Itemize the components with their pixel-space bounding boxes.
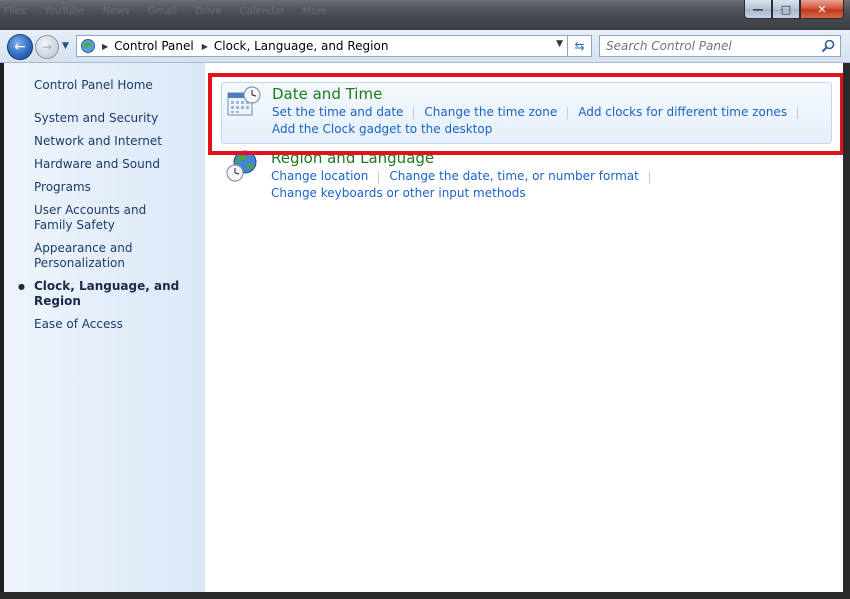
sidebar-categories: System and Security Network and Internet…	[18, 111, 202, 340]
address-toolbar: ← → ▼ ▶ Control Panel ▶ Clock, Language,…	[0, 30, 850, 63]
date-time-links: Set the time and date Change the time zon…	[272, 104, 808, 138]
search-icon[interactable]	[821, 39, 835, 53]
breadcrumb-separator-icon[interactable]: ▶	[202, 42, 208, 51]
link-row: Change keyboards or other input methods	[271, 185, 660, 202]
region-language-body: Region and Language Change location Chang…	[271, 149, 660, 202]
control-panel-icon	[81, 39, 95, 53]
breadcrumb-clock-language-region[interactable]: Clock, Language, and Region	[214, 39, 389, 53]
ghost-item: More	[302, 6, 328, 17]
globe-clock-icon	[226, 150, 257, 182]
date-time-title[interactable]: Date and Time	[272, 85, 808, 103]
change-location-link[interactable]: Change location	[271, 168, 368, 185]
forward-arrow-icon: →	[41, 40, 53, 54]
link-divider	[378, 170, 380, 183]
region-language-title[interactable]: Region and Language	[271, 149, 660, 167]
link-divider	[797, 106, 799, 119]
change-time-zone-link[interactable]: Change the time zone	[424, 104, 557, 121]
region-language-links: Change location Change the date, time, or…	[271, 168, 660, 202]
sidebar-item-appearance[interactable]: Appearance and Personalization	[34, 241, 144, 271]
change-keyboards-link[interactable]: Change keyboards or other input methods	[271, 185, 526, 202]
close-button[interactable]: ✕	[800, 0, 844, 19]
sidebar-item-hardware-sound[interactable]: Hardware and Sound	[34, 157, 202, 172]
add-clocks-link[interactable]: Add clocks for different time zones	[578, 104, 787, 121]
address-dropdown-icon[interactable]: ▼	[556, 39, 563, 49]
calendar-clock-icon	[227, 86, 261, 116]
link-divider	[567, 106, 569, 119]
background-bookmarks: Files YouTube News Gmail Drive Calendar …	[0, 6, 327, 20]
link-row: Change location Change the date, time, or…	[271, 168, 660, 185]
link-divider	[413, 106, 415, 119]
change-format-link[interactable]: Change the date, time, or number format	[389, 168, 638, 185]
ghost-item: Drive	[194, 6, 222, 17]
ghost-item: YouTube	[43, 6, 85, 17]
breadcrumb-separator-icon[interactable]: ▶	[102, 42, 108, 51]
link-divider	[648, 170, 650, 183]
sidebar: Control Panel Home System and Security N…	[4, 63, 205, 592]
link-row: Set the time and date Change the time zon…	[272, 104, 808, 121]
link-row: Add the Clock gadget to the desktop	[272, 121, 808, 138]
control-panel-home-link[interactable]: Control Panel Home	[34, 78, 153, 92]
add-clock-gadget-link[interactable]: Add the Clock gadget to the desktop	[272, 121, 492, 138]
breadcrumb-control-panel[interactable]: Control Panel	[114, 39, 194, 53]
refresh-icon: ⇆	[574, 39, 585, 53]
refresh-button[interactable]: ⇆	[568, 35, 592, 57]
window-controls: — □ ✕	[744, 0, 844, 19]
ghost-item: Files	[4, 6, 26, 17]
ghost-item: News	[102, 6, 130, 17]
set-time-date-link[interactable]: Set the time and date	[272, 104, 403, 121]
maximize-button[interactable]: □	[772, 0, 800, 19]
window-bottom-edge	[0, 592, 850, 599]
sidebar-item-user-accounts[interactable]: User Accounts and Family Safety	[34, 203, 179, 233]
back-arrow-icon: ←	[14, 39, 26, 55]
sidebar-item-clock-language-region[interactable]: Clock, Language, and Region	[18, 279, 202, 309]
address-field[interactable]: ▶ Control Panel ▶ Clock, Language, and R…	[76, 35, 568, 57]
sidebar-item-network-internet[interactable]: Network and Internet	[34, 134, 202, 149]
search-input[interactable]	[606, 39, 816, 53]
sidebar-item-system-security[interactable]: System and Security	[34, 111, 202, 126]
date-time-body: Date and Time Set the time and date Chang…	[272, 85, 808, 143]
sidebar-item-programs[interactable]: Programs	[34, 180, 202, 195]
content-area: Control Panel Home System and Security N…	[4, 63, 843, 592]
category-region-language: Region and Language Change location Chang…	[225, 149, 660, 202]
main-panel: Date and Time Set the time and date Chang…	[205, 63, 843, 592]
forward-button[interactable]: →	[35, 35, 59, 59]
ghost-item: Calendar	[239, 6, 285, 17]
ghost-item: Gmail	[147, 6, 177, 17]
search-box[interactable]	[599, 35, 841, 57]
minimize-button[interactable]: —	[744, 0, 772, 19]
sidebar-item-ease-of-access[interactable]: Ease of Access	[34, 317, 202, 332]
title-bar: Files YouTube News Gmail Drive Calendar …	[0, 0, 850, 30]
back-button[interactable]: ←	[7, 34, 33, 60]
window-right-edge	[843, 63, 850, 599]
recent-pages-dropdown[interactable]: ▼	[62, 41, 69, 51]
category-date-time: Date and Time Set the time and date Chang…	[221, 82, 832, 144]
